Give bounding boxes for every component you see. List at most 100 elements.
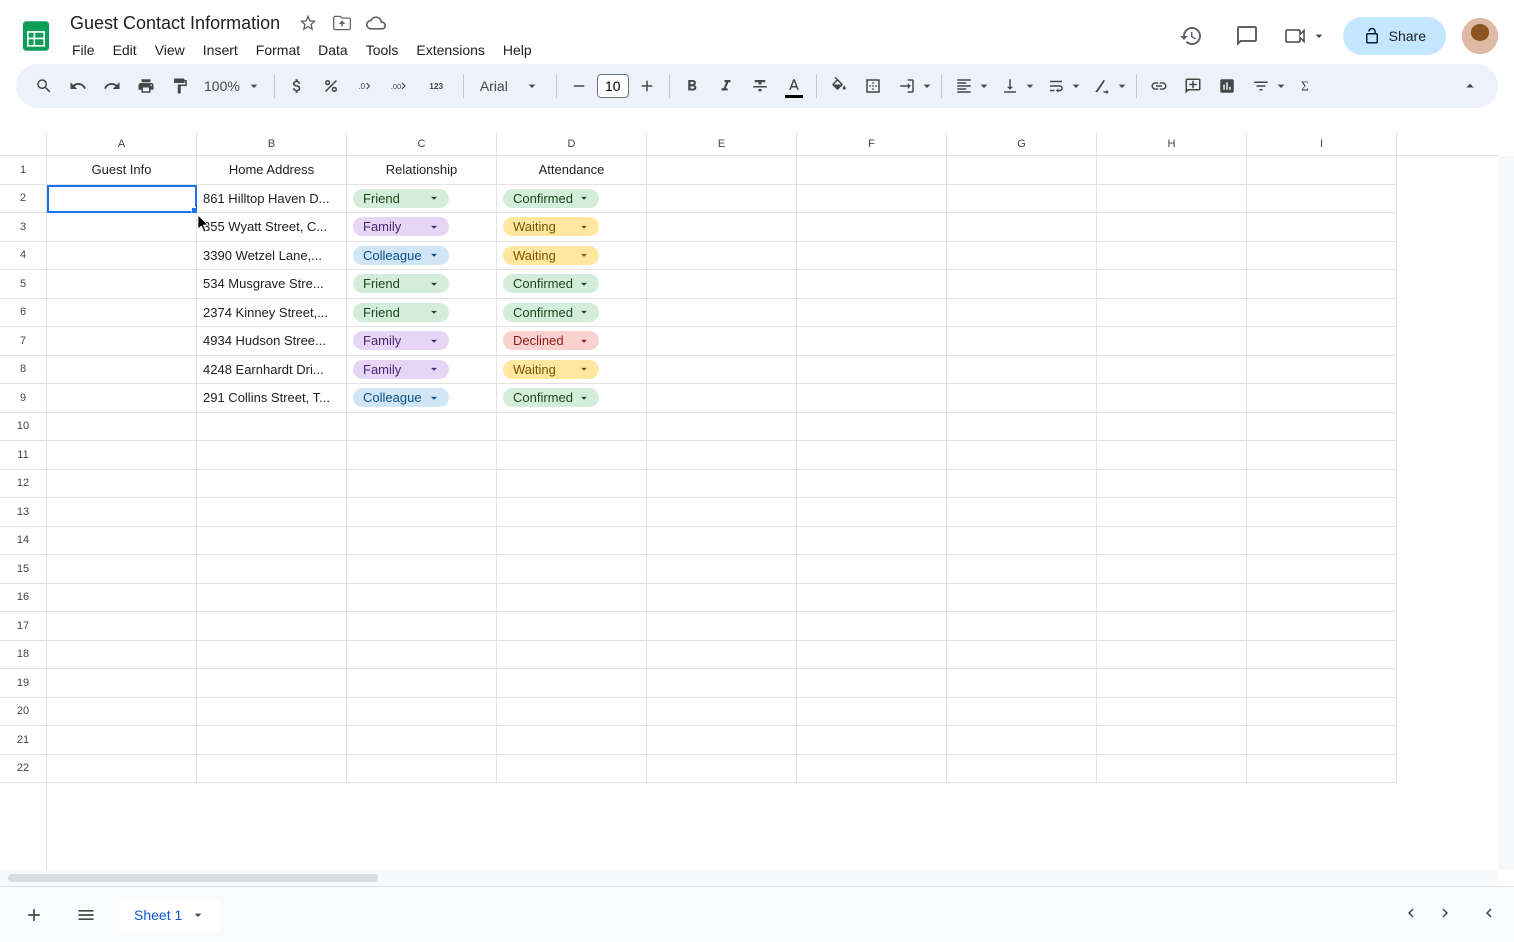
cell[interactable]: 534 Musgrave Stre... <box>197 270 347 299</box>
cell[interactable] <box>1247 584 1397 613</box>
cell[interactable]: Waiting <box>497 356 647 385</box>
cell[interactable] <box>47 498 197 527</box>
cell[interactable] <box>1247 156 1397 185</box>
row-header-21[interactable]: 21 <box>0 726 46 755</box>
cell[interactable] <box>647 755 797 784</box>
cell[interactable] <box>1097 384 1247 413</box>
merge-cells-button[interactable] <box>891 70 935 102</box>
row-header-14[interactable]: 14 <box>0 527 46 556</box>
history-icon[interactable] <box>1171 16 1211 56</box>
cell[interactable] <box>1247 669 1397 698</box>
cell[interactable] <box>947 641 1097 670</box>
cell[interactable]: Attendance <box>497 156 647 185</box>
cell[interactable] <box>797 299 947 328</box>
col-header-D[interactable]: D <box>497 132 647 155</box>
cell[interactable] <box>1247 726 1397 755</box>
cell[interactable] <box>497 612 647 641</box>
cell[interactable] <box>347 498 497 527</box>
search-menus-button[interactable] <box>28 70 60 102</box>
cell[interactable] <box>197 755 347 784</box>
cell[interactable] <box>647 242 797 271</box>
cell[interactable] <box>497 584 647 613</box>
dropdown-chip[interactable]: Friend <box>353 274 449 293</box>
cell[interactable] <box>197 498 347 527</box>
menu-file[interactable]: File <box>64 38 103 62</box>
dropdown-chip[interactable]: Family <box>353 217 449 236</box>
share-button[interactable]: Share <box>1343 17 1446 55</box>
font-select[interactable]: Arial <box>470 78 550 94</box>
row-header-6[interactable]: 6 <box>0 299 46 328</box>
cell[interactable]: 2374 Kinney Street,... <box>197 299 347 328</box>
dropdown-chip[interactable]: Confirmed <box>503 274 599 293</box>
percent-button[interactable] <box>315 70 347 102</box>
cell[interactable] <box>647 669 797 698</box>
cell[interactable] <box>1247 213 1397 242</box>
cell[interactable] <box>347 698 497 727</box>
cell[interactable] <box>947 470 1097 499</box>
cell[interactable] <box>947 755 1097 784</box>
cell[interactable] <box>797 527 947 556</box>
row-header-13[interactable]: 13 <box>0 498 46 527</box>
cell[interactable] <box>1247 327 1397 356</box>
format-number-button[interactable]: 123 <box>417 70 457 102</box>
cell[interactable] <box>1097 755 1247 784</box>
cell[interactable] <box>347 555 497 584</box>
dropdown-chip[interactable]: Waiting <box>503 246 599 265</box>
menu-edit[interactable]: Edit <box>105 38 145 62</box>
text-wrap-button[interactable] <box>1040 70 1084 102</box>
col-header-G[interactable]: G <box>947 132 1097 155</box>
cell[interactable] <box>197 470 347 499</box>
dropdown-chip[interactable]: Waiting <box>503 217 599 236</box>
cell[interactable] <box>1097 156 1247 185</box>
cell[interactable] <box>797 185 947 214</box>
cell[interactable]: 291 Collins Street, T... <box>197 384 347 413</box>
cell[interactable] <box>497 413 647 442</box>
cell[interactable] <box>47 327 197 356</box>
cell[interactable]: 4248 Earnhardt Dri... <box>197 356 347 385</box>
cell[interactable] <box>197 726 347 755</box>
account-avatar[interactable] <box>1462 18 1498 54</box>
cell[interactable] <box>1097 441 1247 470</box>
cell[interactable] <box>947 242 1097 271</box>
menu-extensions[interactable]: Extensions <box>408 38 492 62</box>
row-header-4[interactable]: 4 <box>0 242 46 271</box>
cell[interactable] <box>1097 669 1247 698</box>
cell[interactable] <box>497 726 647 755</box>
cell[interactable] <box>47 185 197 214</box>
cell[interactable] <box>797 555 947 584</box>
cell[interactable] <box>947 612 1097 641</box>
cell[interactable] <box>947 669 1097 698</box>
cell[interactable]: Family <box>347 327 497 356</box>
filter-button[interactable] <box>1245 70 1289 102</box>
cell[interactable]: Family <box>347 213 497 242</box>
cell[interactable] <box>1097 584 1247 613</box>
cell[interactable]: Confirmed <box>497 185 647 214</box>
cell[interactable] <box>1247 498 1397 527</box>
cell[interactable] <box>1247 299 1397 328</box>
cell[interactable] <box>1097 698 1247 727</box>
cell[interactable] <box>197 612 347 641</box>
cell[interactable] <box>647 698 797 727</box>
cell[interactable] <box>647 299 797 328</box>
cell[interactable] <box>1097 641 1247 670</box>
cell[interactable] <box>197 441 347 470</box>
cell[interactable] <box>497 498 647 527</box>
cell[interactable] <box>1097 498 1247 527</box>
cell[interactable] <box>347 527 497 556</box>
cell[interactable] <box>647 527 797 556</box>
paint-format-button[interactable] <box>164 70 196 102</box>
cell[interactable] <box>1247 441 1397 470</box>
scroll-sheets-right[interactable] <box>1436 904 1454 925</box>
cell[interactable]: 3390 Wetzel Lane,... <box>197 242 347 271</box>
insert-link-button[interactable] <box>1143 70 1175 102</box>
cell[interactable] <box>1247 384 1397 413</box>
cell[interactable]: Waiting <box>497 213 647 242</box>
cell[interactable] <box>347 755 497 784</box>
fill-color-button[interactable] <box>823 70 855 102</box>
cell[interactable] <box>1097 299 1247 328</box>
vertical-scrollbar[interactable] <box>1498 156 1514 870</box>
cell[interactable] <box>947 384 1097 413</box>
cell[interactable] <box>797 612 947 641</box>
cell[interactable] <box>797 384 947 413</box>
print-button[interactable] <box>130 70 162 102</box>
